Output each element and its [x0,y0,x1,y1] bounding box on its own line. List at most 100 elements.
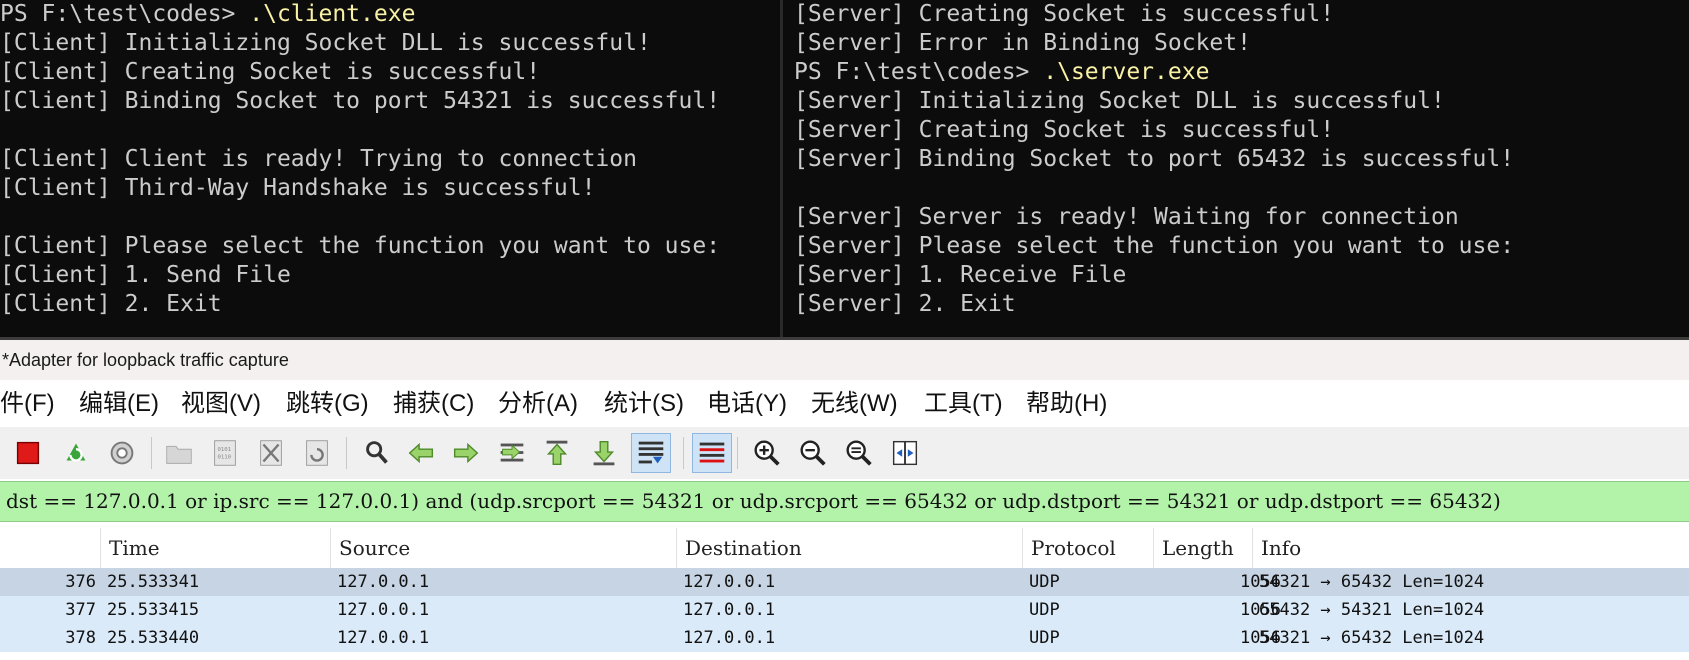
capture-options-button[interactable] [102,433,142,473]
find-packet-button[interactable] [357,433,397,473]
terminal-line: [Server] Error in Binding Socket! [794,30,1251,56]
open-file-button[interactable] [159,433,199,473]
svg-text:0110: 0110 [217,455,231,461]
display-filter-bar[interactable]: dst == 127.0.0.1 or ip.src == 127.0.0.1)… [0,481,1689,522]
go-back-button[interactable] [401,433,441,473]
reload-file-icon [306,440,328,466]
colorize-button[interactable] [692,433,732,473]
server-terminal[interactable]: [Server] Creating Socket is successful! [… [783,0,1689,340]
zoom-in-icon [754,440,780,466]
packet-row[interactable]: 378 25.533440 127.0.0.1 127.0.0.1 UDP 1056 543… [0,624,1689,652]
reload-file-button[interactable] [297,433,337,473]
packet-number: 377 [65,600,96,620]
zoom-out-button[interactable] [793,433,833,473]
terminal-line: [Client] Client is ready! Trying to conn… [0,146,637,172]
first-packet-icon [546,440,568,466]
terminal-line: [Client] 2. Exit [0,291,222,317]
shell-command: .\client.exe [249,1,416,27]
packet-time: 25.533415 [107,600,200,620]
go-back-icon [408,442,434,464]
packet-list-header: Time Source Destination Protocol Length Info [0,528,1689,568]
go-to-packet-button[interactable] [492,433,532,473]
packet-number: 378 [65,628,96,648]
packet-row[interactable]: 376 25.533341 127.0.0.1 127.0.0.1 UDP 1056 543… [0,568,1689,596]
packet-row[interactable]: 377 25.533415 127.0.0.1 127.0.0.1 UDP 1056 654… [0,596,1689,624]
find-packet-icon [366,441,388,464]
menu-item-9[interactable]: 工具(T) [924,380,1003,427]
packet-destination: 127.0.0.1 [683,628,776,648]
zoom-in-button[interactable] [747,433,787,473]
terminal-line: [Server] Initializing Socket DLL is succ… [794,88,1445,114]
column-header-source[interactable]: Source [330,528,676,568]
toolbar-separator [683,437,684,469]
menu-item-4[interactable]: 捕获(C) [393,380,474,427]
column-header-info[interactable]: Info [1252,528,1689,568]
terminal-line: [Client] Binding Socket to port 54321 is… [0,88,721,114]
go-forward-icon [453,442,479,464]
auto-scroll-button[interactable] [631,433,671,473]
menu-item-2[interactable]: 视图(V) [181,380,261,427]
terminal-area: PS F:\test\codes> .\client.exe [Client] I… [0,0,1689,340]
svg-text:0101: 0101 [217,447,231,453]
column-header-time[interactable]: Time [100,528,330,568]
packet-number: 376 [65,572,96,592]
toolbar-separator [737,437,738,469]
save-file-button[interactable]: 0101 0110 [205,433,245,473]
menu-item-5[interactable]: 分析(A) [498,380,578,427]
auto-scroll-icon [638,441,664,464]
colorize-icon [699,442,725,463]
packet-source: 127.0.0.1 [337,600,430,620]
close-file-icon [260,440,282,466]
menu-item-3[interactable]: 跳转(G) [286,380,369,427]
menu-item-7[interactable]: 电话(Y) [707,380,787,427]
display-filter-text[interactable]: dst == 127.0.0.1 or ip.src == 127.0.0.1)… [0,489,1501,513]
terminal-line: [Client] 1. Send File [0,262,291,288]
capture-options-icon [110,441,134,465]
wireshark-window: *Adapter for loopback traffic capture 件(… [0,340,1689,660]
packet-destination: 127.0.0.1 [683,600,776,620]
first-packet-button[interactable] [537,433,577,473]
close-file-button[interactable] [251,433,291,473]
packet-time: 25.533440 [107,628,200,648]
terminal-line: [Client] Third-Way Handshake is successf… [0,175,596,201]
terminal-line: [Client] Creating Socket is successful! [0,59,541,85]
terminal-line: [Client] Please select the function you … [0,233,721,259]
terminal-line: [Server] 1. Receive File [794,262,1127,288]
packet-info: 65432 → 54321 Len=1024 [1259,600,1485,620]
column-header-protocol[interactable]: Protocol [1022,528,1153,568]
terminal-line: PS F:\test\codes> .\server.exe [783,58,1689,87]
resize-columns-icon [892,440,918,466]
zoom-normal-button[interactable] [839,433,879,473]
packet-source: 127.0.0.1 [337,572,430,592]
go-forward-button[interactable] [446,433,486,473]
menu-item-10[interactable]: 帮助(H) [1026,380,1107,427]
menu-item-6[interactable]: 统计(S) [604,380,684,427]
restart-capture-button[interactable] [56,433,96,473]
open-file-icon [166,445,192,464]
restart-capture-icon [66,443,86,462]
shell-prompt: PS F:\test\codes> [0,1,250,27]
terminal-line: [Server] Creating Socket is successful! [794,117,1335,143]
client-terminal[interactable]: PS F:\test\codes> .\client.exe [Client] I… [0,0,780,340]
last-packet-button[interactable] [584,433,624,473]
zoom-out-icon [800,440,826,466]
menu-item-8[interactable]: 无线(W) [811,380,898,427]
toolbar-separator [151,437,152,469]
terminal-line: [Server] Creating Socket is successful! [794,1,1335,27]
terminal-line: [Server] Binding Socket to port 65432 is… [794,146,1515,172]
packet-info: 54321 → 65432 Len=1024 [1259,572,1485,592]
column-header-destination[interactable]: Destination [676,528,1022,568]
resize-columns-button[interactable] [885,433,925,473]
menu-item-1[interactable]: 编辑(E) [79,380,159,427]
stop-capture-button[interactable] [8,433,48,473]
go-to-packet-icon [500,443,524,462]
packet-protocol: UDP [1029,572,1060,592]
shell-command: .\server.exe [1043,59,1210,85]
menu-item-0[interactable]: 件(F) [0,380,55,427]
packet-protocol: UDP [1029,628,1060,648]
column-header-length[interactable]: Length [1153,528,1252,568]
menu-bar: 件(F) 编辑(E) 视图(V) 跳转(G) 捕获(C) 分析(A) 统计(S) 电话(Y) 无… [0,380,1689,427]
packet-time: 25.533341 [107,572,200,592]
